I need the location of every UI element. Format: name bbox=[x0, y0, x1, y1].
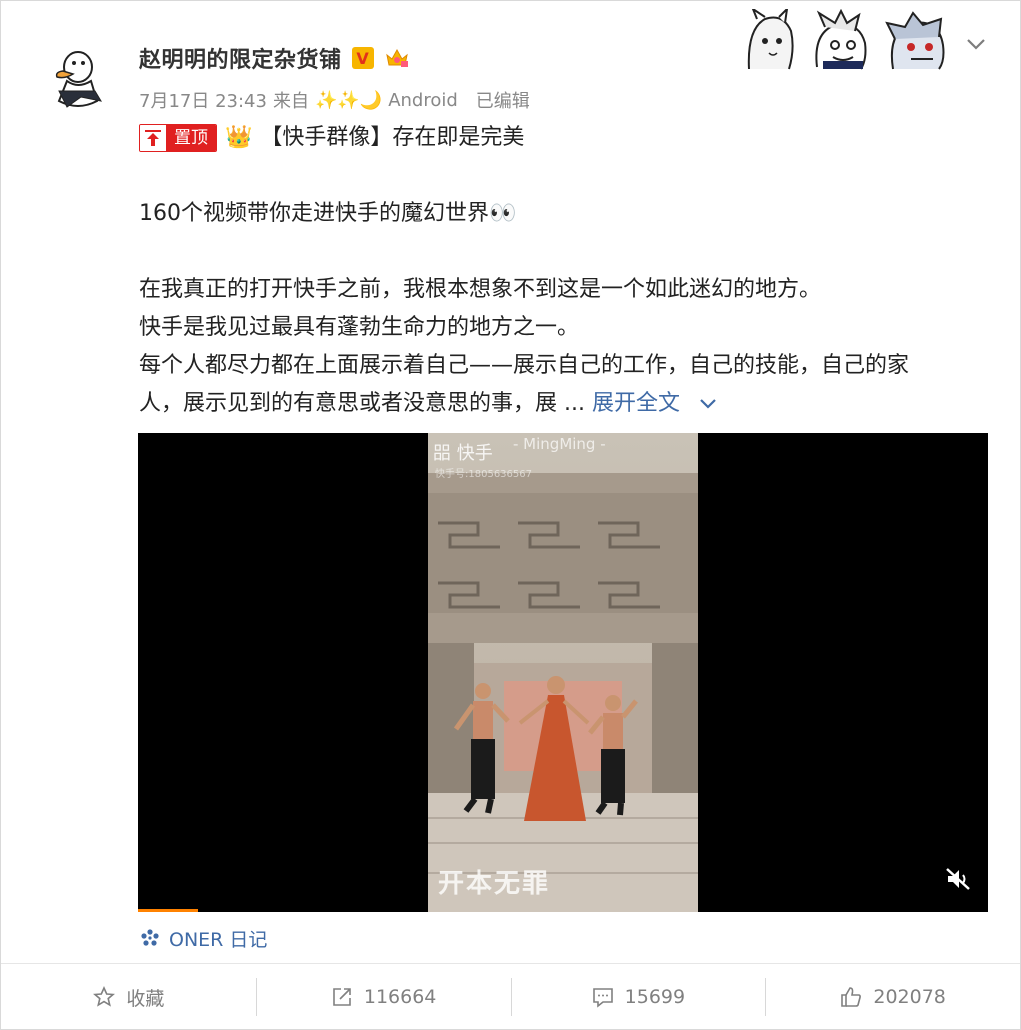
post-title: 【快手群像】存在即是完美 bbox=[260, 125, 525, 150]
verified-icon[interactable]: V bbox=[351, 47, 374, 69]
watermark-user: - MingMing - bbox=[513, 435, 606, 453]
pin-top-icon bbox=[140, 125, 166, 151]
post-content: 置顶 👑 【快手群像】存在即是完美 160个视频带你走进快手的魔幻世界👀 在我真… bbox=[139, 119, 989, 423]
chevron-down-icon[interactable] bbox=[697, 396, 719, 412]
post-line: 在我真正的打开快手之前，我根本想象不到这是一个如此迷幻的地方。 bbox=[139, 277, 822, 302]
comment-button[interactable]: 15699 bbox=[510, 964, 766, 1030]
pinned-label: 置顶 bbox=[166, 125, 216, 151]
from-label: 来自 bbox=[272, 91, 309, 112]
pinned-badge: 置顶 bbox=[139, 124, 217, 152]
watermark-app: 㗊 快手 bbox=[433, 439, 493, 465]
post-line: 每个人都尽力都在上面展示着自己——展示自己的工作，自己的技能，自己的家 bbox=[139, 353, 910, 378]
watermark-app-label: 快手 bbox=[456, 443, 493, 464]
post-meta: 7月17日 23:43 来自 ✨✨🌙 Android 已编辑 bbox=[139, 87, 530, 113]
video-subtitle: 开本无罪 bbox=[438, 869, 551, 899]
repost-count: 116664 bbox=[363, 986, 437, 1008]
video-frame-image bbox=[428, 433, 698, 912]
watermark-id: 快手号:1805636567 bbox=[435, 469, 532, 480]
repost-button[interactable]: 116664 bbox=[255, 964, 511, 1030]
post-header: 赵明明的限定杂货铺 V bbox=[139, 41, 410, 75]
crown-emoji-icon: 👑 bbox=[225, 125, 253, 150]
video-player[interactable]: 㗊 快手 - MingMing - 快手号:1805636567 开本无罪 bbox=[138, 433, 988, 912]
comment-count: 15699 bbox=[624, 986, 686, 1008]
sparkle-icon: ✨✨🌙 bbox=[314, 89, 383, 111]
video-source-icon bbox=[141, 929, 159, 946]
comment-icon bbox=[592, 988, 613, 1008]
weibo-post-card: 赵明明的限定杂货铺 V 7月17日 23:43 来自 ✨✨🌙 Android 已… bbox=[0, 0, 1021, 1030]
video-progress-bar[interactable] bbox=[138, 909, 198, 912]
mute-icon[interactable] bbox=[944, 865, 972, 893]
favorite-button[interactable]: 收藏 bbox=[1, 964, 256, 1030]
favorite-label: 收藏 bbox=[126, 987, 165, 1010]
post-line: 快手是我见过最具有蓬勃生命力的地方之一。 bbox=[139, 315, 580, 340]
expand-full-text-link[interactable]: 展开全文 bbox=[592, 391, 680, 416]
like-button[interactable]: 202078 bbox=[765, 964, 1020, 1030]
repost-icon bbox=[333, 988, 351, 1006]
member-crown-icon[interactable] bbox=[384, 45, 410, 71]
pinned-title-row: 置顶 👑 【快手群像】存在即是完美 bbox=[139, 119, 989, 157]
video-source-link[interactable]: ONER 日记 bbox=[139, 923, 267, 953]
edited-label[interactable]: 已编辑 bbox=[476, 87, 530, 113]
kuaishou-logo-icon: 㗊 bbox=[433, 443, 451, 464]
video-source-label: ONER 日记 bbox=[169, 928, 268, 951]
decoration-characters-image bbox=[743, 9, 955, 71]
post-actions: 收藏 116664 15699 202078 bbox=[1, 963, 1020, 1030]
post-line-last: 人，展示见到的有意思或者没意思的事，展 ... 展开全文 bbox=[139, 385, 989, 423]
chevron-down-icon[interactable] bbox=[963, 31, 989, 57]
post-line-text: 人，展示见到的有意思或者没意思的事，展 ... bbox=[139, 391, 585, 416]
avatar[interactable] bbox=[45, 41, 111, 113]
thumbs-up-icon bbox=[841, 987, 862, 1007]
post-date[interactable]: 7月17日 23:43 bbox=[139, 87, 267, 113]
like-count: 202078 bbox=[873, 986, 946, 1008]
post-source: Android bbox=[388, 89, 458, 111]
star-icon bbox=[93, 986, 116, 1007]
username[interactable]: 赵明明的限定杂货铺 bbox=[139, 42, 342, 74]
post-line: 160个视频带你走进快手的魔幻世界👀 bbox=[139, 201, 517, 226]
